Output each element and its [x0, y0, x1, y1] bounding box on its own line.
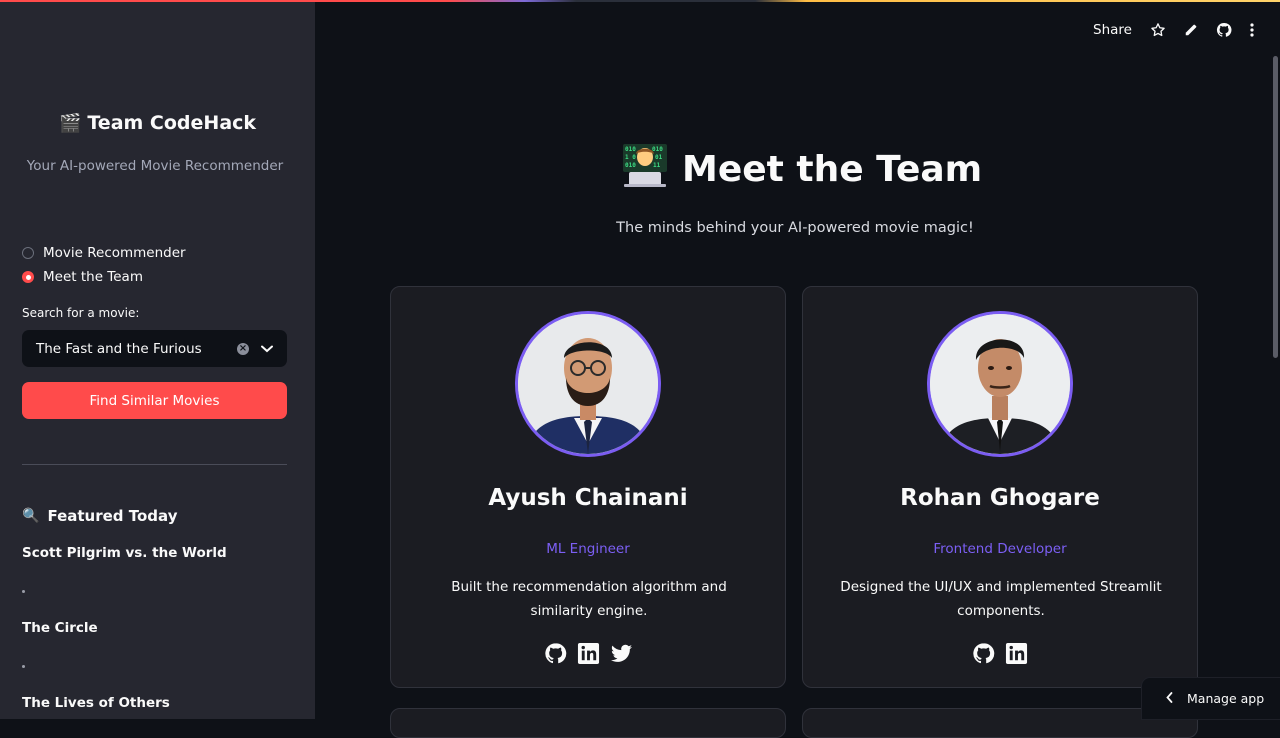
page-subtitle: The minds behind your AI-powered movie m…	[616, 220, 974, 236]
svg-text:01: 01	[655, 154, 663, 161]
member-socials	[391, 642, 785, 665]
svg-text:010: 010	[625, 146, 636, 153]
sidebar: 🎬 Team CodeHack Your AI-powered Movie Rec…	[0, 0, 315, 719]
find-similar-movies-button[interactable]: Find Similar Movies	[22, 382, 287, 419]
separator-dot	[22, 665, 25, 668]
twitter-icon[interactable]	[610, 642, 633, 665]
member-name: Rohan Ghogare	[900, 485, 1100, 511]
featured-heading: 🔍 Featured Today	[22, 507, 177, 525]
radio-checked-icon	[22, 271, 34, 283]
nav-radio-movie-recommender[interactable]: Movie Recommender	[22, 245, 186, 261]
movie-select[interactable]: The Fast and the Furious ×	[22, 330, 287, 367]
member-role: ML Engineer	[546, 541, 630, 557]
member-description: Built the recommendation algorithm and s…	[451, 579, 727, 619]
nav-radio-label: Movie Recommender	[43, 245, 186, 261]
top-decoration-bar	[0, 0, 1280, 2]
header-toolbar: Share	[1093, 22, 1254, 38]
clear-icon[interactable]: ×	[237, 342, 249, 355]
linkedin-icon[interactable]	[577, 642, 600, 665]
search-label: Search for a movie:	[22, 306, 140, 320]
featured-heading-text: Featured Today	[47, 507, 178, 525]
magnifier-icon: 🔍	[22, 508, 40, 524]
nav-radio-meet-the-team[interactable]: Meet the Team	[22, 269, 143, 285]
member-socials	[803, 642, 1197, 665]
featured-movie: Scott Pilgrim vs. the World	[22, 545, 227, 561]
separator-dot	[22, 590, 25, 593]
technologist-icon: 010 010 1 0 01 010 11	[622, 142, 668, 197]
featured-movie: The Circle	[22, 620, 98, 636]
chevron-down-icon[interactable]	[261, 345, 273, 353]
svg-text:010: 010	[652, 146, 663, 153]
sidebar-title-text: Team CodeHack	[87, 112, 257, 134]
scrollbar-thumb[interactable]	[1273, 56, 1278, 358]
page-title-text: Meet the Team	[682, 149, 983, 190]
sidebar-subtitle: Your AI-powered Movie Recommender	[26, 158, 284, 174]
pencil-icon[interactable]	[1184, 23, 1198, 37]
member-role: Frontend Developer	[933, 541, 1067, 557]
svg-text:010: 010	[625, 162, 636, 169]
nav-radio-label: Meet the Team	[43, 269, 143, 285]
svg-text:11: 11	[653, 162, 661, 169]
member-description: Designed the UI/UX and implemented Strea…	[840, 579, 1162, 619]
star-icon[interactable]	[1150, 22, 1166, 38]
github-icon[interactable]	[972, 642, 995, 665]
team-card: Rohan Ghogare Frontend Developer Designe…	[802, 286, 1198, 688]
page-title: 010 010 1 0 01 010 11 Meet the Team	[622, 142, 982, 197]
radio-unchecked-icon	[22, 247, 34, 259]
manage-app-button[interactable]: Manage app	[1142, 678, 1280, 719]
member-name: Ayush Chainani	[488, 485, 688, 511]
avatar	[515, 311, 661, 457]
github-icon[interactable]	[1216, 22, 1232, 38]
sidebar-divider	[22, 464, 287, 465]
github-icon[interactable]	[544, 642, 567, 665]
featured-movie: The Lives of Others	[22, 695, 170, 711]
linkedin-icon[interactable]	[1005, 642, 1028, 665]
more-icon[interactable]	[1250, 23, 1254, 37]
team-card: Ayush Chainani ML Engineer Built the rec…	[390, 286, 786, 688]
team-card-partial	[390, 708, 786, 738]
movie-select-value: The Fast and the Furious	[36, 340, 202, 357]
team-card-partial	[802, 708, 1198, 738]
clapperboard-icon: 🎬	[58, 113, 82, 134]
svg-text:1 0: 1 0	[625, 154, 636, 161]
chevron-left-icon	[1166, 691, 1173, 706]
avatar	[927, 311, 1073, 457]
share-button[interactable]: Share	[1093, 22, 1132, 38]
sidebar-title: 🎬 Team CodeHack	[0, 112, 315, 134]
manage-app-label: Manage app	[1187, 691, 1265, 706]
